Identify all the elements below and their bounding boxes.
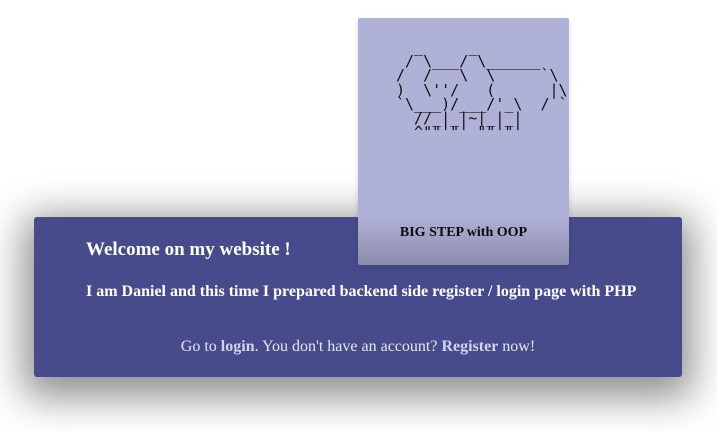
logo-card: _ _ / \___/ \______ / / \ \ `\ ) \''/ ( … [358,18,569,265]
login-link[interactable]: login [221,338,255,355]
elephant-ascii-logo: _ _ / \___/ \______ / / \ \ `\ ) \''/ ( … [396,38,568,142]
now-text: now! [498,338,536,355]
page: Welcome on my website ! I am Daniel and … [0,0,717,431]
register-link[interactable]: Register [441,338,498,355]
welcome-heading: Welcome on my website ! [86,239,291,260]
intro-text: I am Daniel and this time I prepared bac… [86,283,637,300]
go-to-text: Go to [180,338,221,355]
logo-title: BIG STEP with OOP [399,225,528,240]
no-account-text: . You don't have an account? [254,338,442,355]
auth-prompt: Go to login. You don't have an account? … [34,338,682,356]
